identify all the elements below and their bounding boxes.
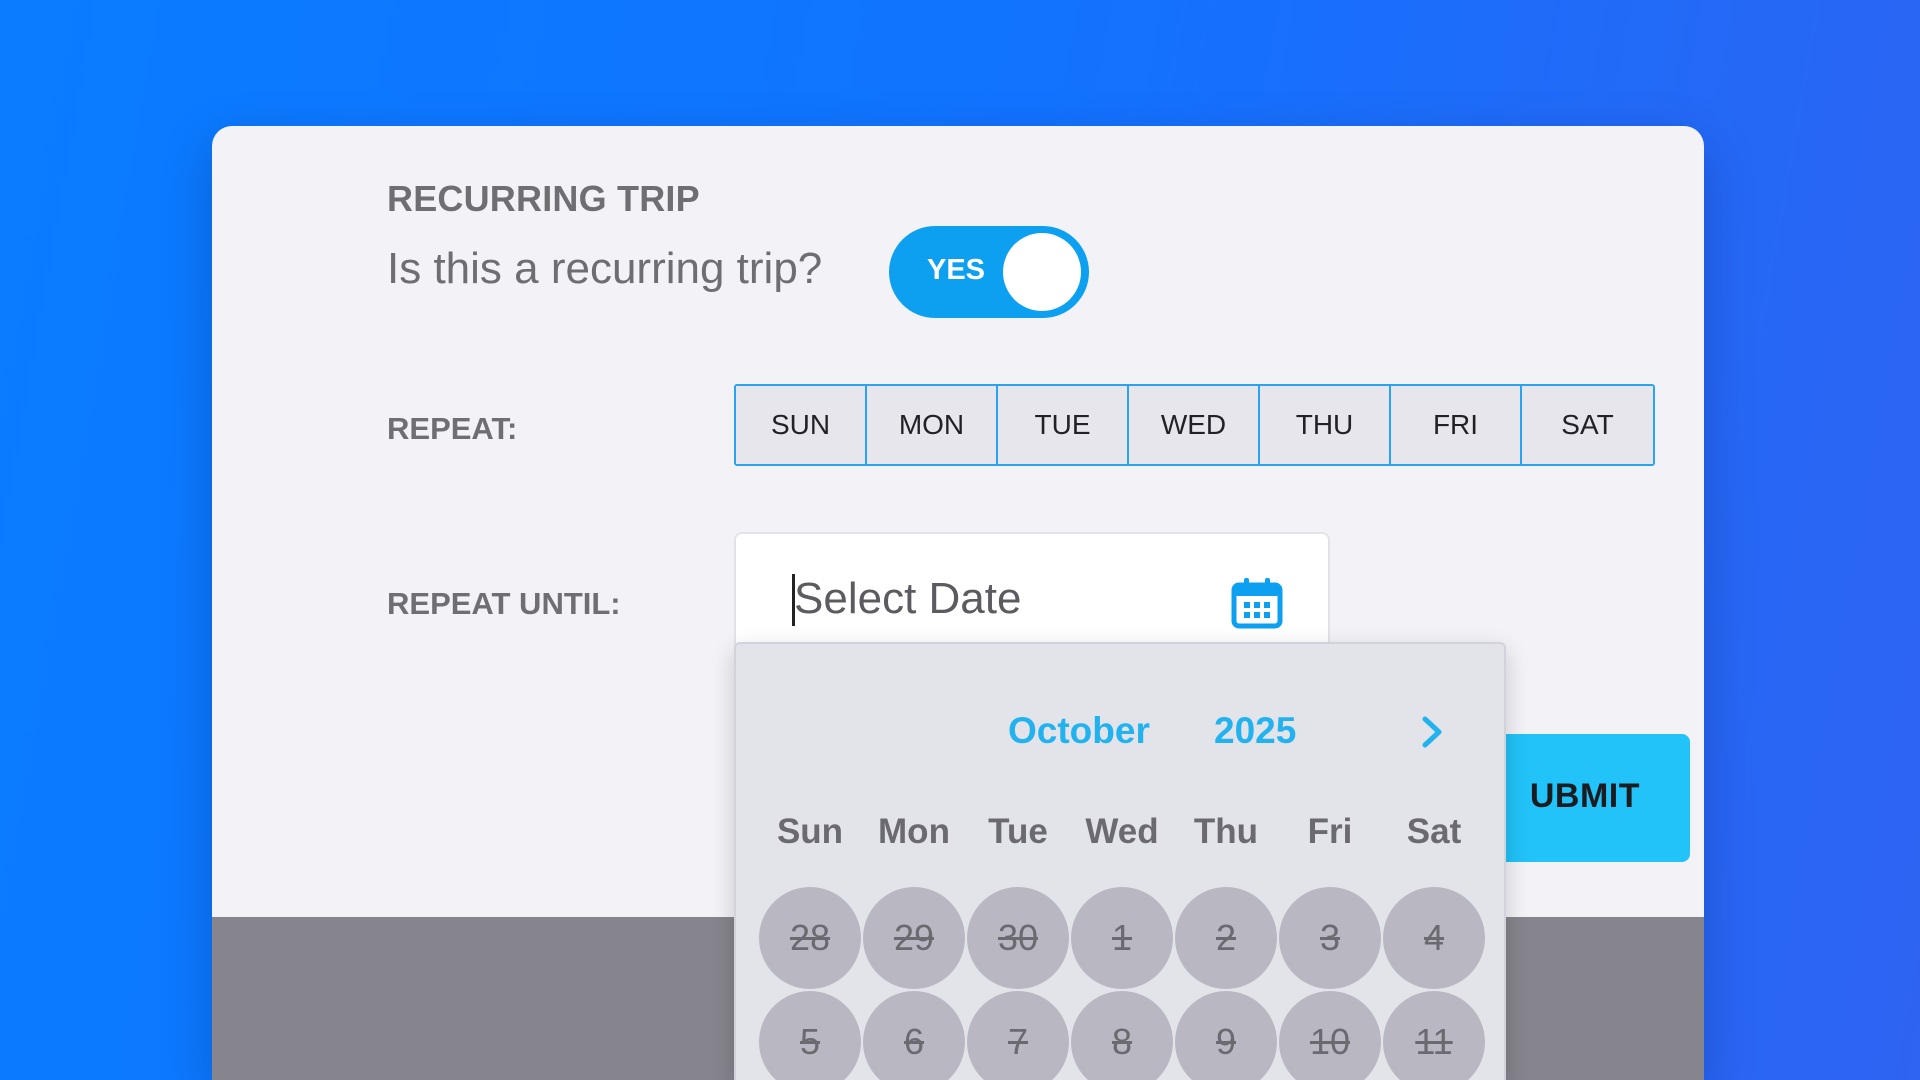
weekday-wed: Wed xyxy=(1085,812,1159,851)
day-button-sat[interactable]: SAT xyxy=(1522,386,1653,464)
date-placeholder: Select Date xyxy=(794,574,1022,623)
datepicker-year[interactable]: 2025 xyxy=(1214,710,1296,752)
datepicker-week-row: 28 29 30 1 2 3 4 xyxy=(758,886,1486,990)
datepicker-day-disabled: 9 xyxy=(1175,991,1277,1080)
datepicker-week-row: 5 6 7 8 9 10 11 xyxy=(758,990,1486,1080)
day-button-thu[interactable]: THU xyxy=(1260,386,1391,464)
day-button-mon[interactable]: MON xyxy=(867,386,998,464)
weekday-fri: Fri xyxy=(1307,812,1353,851)
recurring-question: Is this a recurring trip? xyxy=(387,244,823,293)
section-title: RECURRING TRIP xyxy=(387,178,700,219)
datepicker-day-disabled: 3 xyxy=(1279,887,1381,989)
repeat-until-label: REPEAT UNTIL: xyxy=(387,586,621,621)
datepicker-day-disabled: 8 xyxy=(1071,991,1173,1080)
toggle-label: YES xyxy=(927,254,986,286)
datepicker-day-disabled: 29 xyxy=(863,887,965,989)
recurring-toggle[interactable]: YES xyxy=(889,226,1089,318)
day-button-tue[interactable]: TUE xyxy=(998,386,1129,464)
datepicker-popup: October 2025 Sun Mon Tue Wed Thu Fri Sat… xyxy=(734,642,1506,1080)
datepicker-day-disabled: 7 xyxy=(967,991,1069,1080)
datepicker-day-disabled: 4 xyxy=(1383,887,1485,989)
datepicker-day-disabled: 2 xyxy=(1175,887,1277,989)
weekday-sun: Sun xyxy=(776,812,844,851)
datepicker-day-disabled: 6 xyxy=(863,991,965,1080)
repeat-label: REPEAT: xyxy=(387,411,518,446)
datepicker-day-disabled: 10 xyxy=(1279,991,1381,1080)
text-caret xyxy=(792,574,795,626)
weekday-sat: Sat xyxy=(1406,812,1462,851)
repeat-days-group: SUN MON TUE WED THU FRI SAT xyxy=(734,384,1655,466)
calendar-icon[interactable] xyxy=(1230,576,1284,630)
datepicker-day-disabled: 5 xyxy=(759,991,861,1080)
datepicker-month[interactable]: October xyxy=(1008,710,1150,752)
datepicker-day-grid: 28 29 30 1 2 3 4 5 6 7 8 9 10 11 xyxy=(758,886,1486,1080)
toggle-knob xyxy=(1003,233,1081,311)
submit-button-label: UBMIT xyxy=(1529,777,1640,815)
datepicker-day-disabled: 30 xyxy=(967,887,1069,989)
day-button-sun[interactable]: SUN xyxy=(736,386,867,464)
weekday-tue: Tue xyxy=(988,812,1048,851)
day-button-fri[interactable]: FRI xyxy=(1391,386,1522,464)
weekday-thu: Thu xyxy=(1193,812,1259,851)
repeat-until-date-input[interactable]: Select Date xyxy=(734,532,1330,650)
datepicker-day-disabled: 1 xyxy=(1071,887,1173,989)
day-button-wed[interactable]: WED xyxy=(1129,386,1260,464)
chevron-right-icon[interactable] xyxy=(1412,712,1452,752)
weekday-mon: Mon xyxy=(878,812,950,851)
datepicker-weekday-header: Sun Mon Tue Wed Thu Fri Sat xyxy=(758,812,1486,852)
datepicker-day-disabled: 28 xyxy=(759,887,861,989)
datepicker-day-disabled: 11 xyxy=(1383,991,1485,1080)
